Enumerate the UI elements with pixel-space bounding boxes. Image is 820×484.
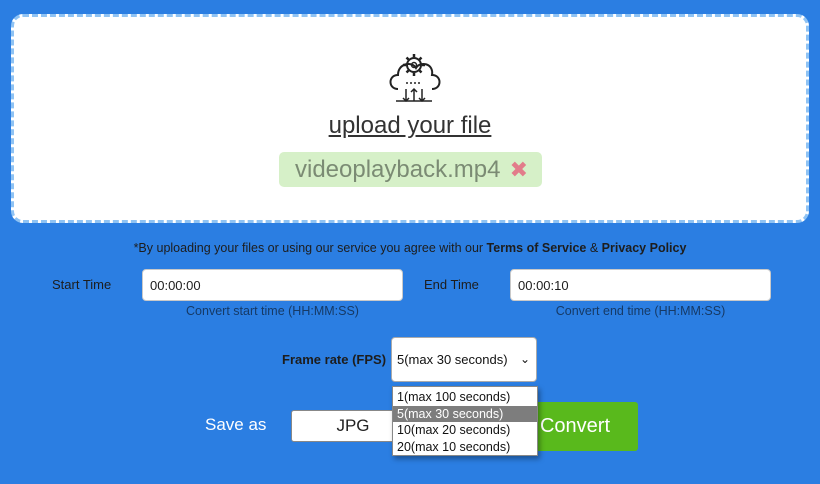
selected-file-chip: videoplayback.mp4 ✖ xyxy=(279,152,542,187)
upload-file-link[interactable]: upload your file xyxy=(14,112,806,140)
end-time-label: End Time xyxy=(424,277,479,292)
end-time-input[interactable] xyxy=(510,269,771,301)
frame-rate-option[interactable]: 20(max 10 seconds) xyxy=(393,439,537,456)
start-time-input[interactable] xyxy=(142,269,403,301)
terms-notice: *By uploading your files or using our se… xyxy=(0,241,820,255)
end-time-hint: Convert end time (HH:MM:SS) xyxy=(555,304,726,318)
remove-file-icon[interactable]: ✖ xyxy=(510,152,528,187)
frame-rate-option[interactable]: 10(max 20 seconds) xyxy=(393,422,537,439)
frame-rate-label: Frame rate (FPS) xyxy=(282,352,387,367)
frame-rate-dropdown-list: 1(max 100 seconds) 5(max 30 seconds) 10(… xyxy=(392,386,538,456)
chevron-down-icon: ⌄ xyxy=(519,352,530,366)
cloud-gear-transfer-icon xyxy=(389,54,441,103)
frame-rate-selected-value: 5(max 30 seconds) xyxy=(397,352,508,367)
frame-rate-option-selected[interactable]: 5(max 30 seconds) xyxy=(393,405,537,422)
start-time-label: Start Time xyxy=(52,277,112,292)
terms-of-service-link[interactable]: Terms of Service xyxy=(487,241,587,255)
start-time-hint: Convert start time (HH:MM:SS) xyxy=(186,304,359,318)
file-name: videoplayback.mp4 xyxy=(295,156,501,183)
terms-amp: & xyxy=(586,241,602,255)
privacy-policy-link[interactable]: Privacy Policy xyxy=(602,241,687,255)
terms-prefix: *By uploading your files or using our se… xyxy=(133,241,487,255)
frame-rate-option[interactable]: 1(max 100 seconds) xyxy=(393,389,537,406)
upload-dropzone[interactable]: upload your file videoplayback.mp4 ✖ xyxy=(11,14,809,223)
frame-rate-select[interactable]: 5(max 30 seconds) ⌄ xyxy=(391,337,537,382)
save-as-label: Save as xyxy=(205,415,267,434)
